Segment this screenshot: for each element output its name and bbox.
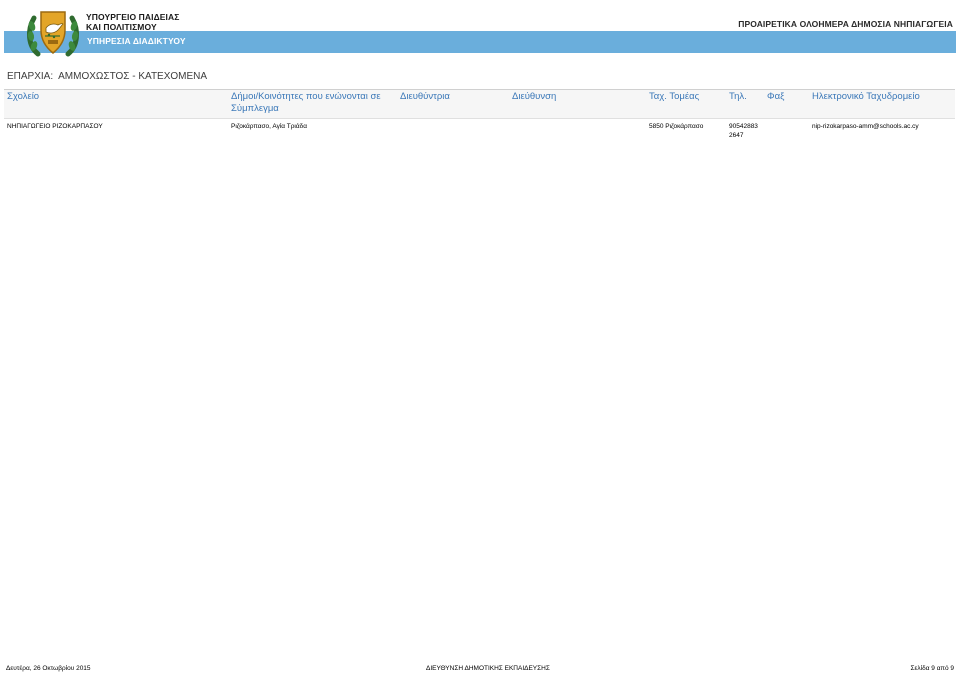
cell-phone-line1: 90542883 bbox=[729, 123, 758, 130]
column-header-school: Σχολείο bbox=[7, 91, 40, 102]
province-value: ΑΜΜΟΧΩΣΤΟΣ - ΚΑΤΕΧΟΜΕΝΑ bbox=[58, 71, 208, 82]
table-header: Σχολείο Δήμοι/Κοινότητες που ενώνονται σ… bbox=[4, 89, 955, 119]
cell-email: nip-rizokarpaso-amm@schools.ac.cy bbox=[812, 123, 919, 130]
page-header: ΥΠΟΥΡΓΕΙΟ ΠΑΙΔΕΙΑΣ ΚΑΙ ΠΟΛΙΤΙΣΜΟΥ ΥΠΗΡΕΣ… bbox=[0, 0, 960, 60]
column-header-director: Διευθύντρια bbox=[400, 91, 450, 102]
column-header-municipalities: Δήμοι/Κοινότητες που ενώνονται σε Σύμπλε… bbox=[231, 91, 381, 115]
column-header-municipalities-line2: Σύμπλεγμα bbox=[231, 103, 279, 114]
column-header-municipalities-line1: Δήμοι/Κοινότητες που ενώνονται σε bbox=[231, 91, 381, 102]
footer-date: Δευτέρα, 26 Οκτωβρίου 2015 bbox=[6, 665, 91, 672]
footer-page-number: Σελίδα 9 από 9 bbox=[910, 665, 955, 672]
column-header-email: Ηλεκτρονικό Ταχυδρομείο bbox=[812, 91, 920, 102]
ministry-name: ΥΠΟΥΡΓΕΙΟ ΠΑΙΔΕΙΑΣ ΚΑΙ ΠΟΛΙΤΙΣΜΟΥ bbox=[86, 12, 179, 32]
ministry-name-line2: ΚΑΙ ΠΟΛΙΤΙΣΜΟΥ bbox=[86, 22, 157, 32]
cell-phone-line2: 2647 bbox=[729, 132, 744, 139]
service-name: ΥΠΗΡΕΣΙΑ ΔΙΑΔΙΚΤΥΟΥ bbox=[87, 36, 186, 46]
column-header-phone: Τηλ. bbox=[729, 91, 747, 102]
cell-municipalities: Ριζοκάρπασο, Αγία Τριάδα bbox=[231, 123, 307, 130]
cell-postal-code: 5850 Ριζοκάρπασο bbox=[649, 123, 704, 130]
province-line: ΕΠΑΡΧΙΑ: ΑΜΜΟΧΩΣΤΟΣ - ΚΑΤΕΧΟΜΕΝΑ bbox=[7, 71, 207, 82]
cell-school: ΝΗΠΙΑΓΩΓΕΙΟ ΡΙΖΟΚΑΡΠΑΣΟΥ bbox=[7, 123, 103, 130]
report-title: ΠΡΟΑΙΡΕΤΙΚΑ ΟΛΟΗΜΕΡΑ ΔΗΜΟΣΙΑ ΝΗΠΙΑΓΩΓΕΙΑ bbox=[738, 19, 953, 29]
column-header-postal-code: Ταχ. Τομέας bbox=[649, 91, 700, 102]
ministry-name-line1: ΥΠΟΥΡΓΕΙΟ ΠΑΙΔΕΙΑΣ bbox=[86, 12, 180, 22]
footer-department: ΔΙΕΥΘΥΝΣΗ ΔΗΜΟΤΙΚΗΣ ΕΚΠΑΙΔΕΥΣΗΣ bbox=[426, 665, 550, 672]
column-header-address: Διεύθυνση bbox=[512, 91, 557, 102]
column-header-fax: Φαξ bbox=[767, 91, 785, 102]
province-label: ΕΠΑΡΧΙΑ: bbox=[7, 71, 54, 82]
cyprus-coat-of-arms-icon bbox=[27, 11, 79, 57]
cell-phone: 90542883 2647 bbox=[729, 122, 758, 140]
